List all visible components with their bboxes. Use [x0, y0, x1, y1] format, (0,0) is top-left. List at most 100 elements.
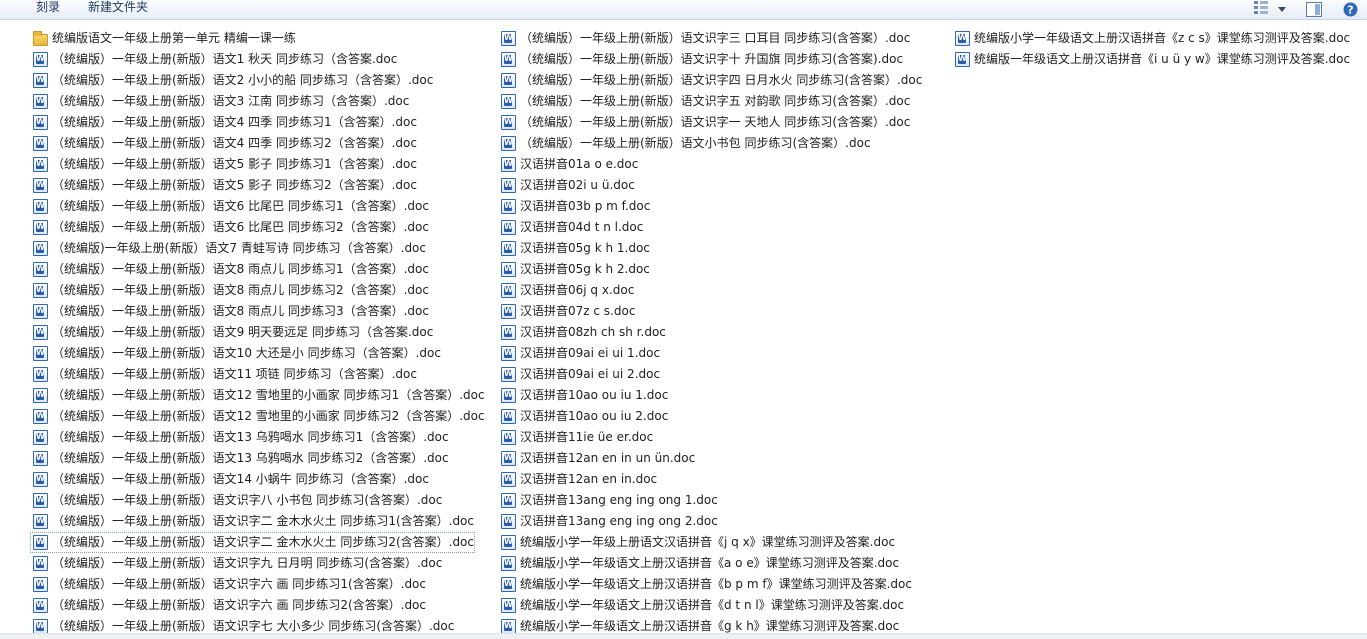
file-item[interactable]: 汉语拼音07z c s.doc: [498, 301, 918, 322]
file-item[interactable]: 汉语拼音01a o e.doc: [498, 154, 918, 175]
file-name: 统编版语文一年级上册第一单元 精编一课一练: [52, 31, 296, 45]
file-item[interactable]: 汉语拼音12an en in un ün.doc: [498, 448, 918, 469]
file-item[interactable]: （统编版）一年级上册(新版）语文识字三 口耳目 同步练习(含答案）.doc: [498, 28, 918, 49]
file-item[interactable]: 汉语拼音06j q x.doc: [498, 280, 918, 301]
file-item[interactable]: （统编版）一年级上册(新版）语文5 影子 同步练习1（含答案）.doc: [30, 154, 475, 175]
file-item[interactable]: （统编版）一年级上册(新版）语文8 雨点儿 同步练习2（含答案）.doc: [30, 280, 475, 301]
file-list-view[interactable]: 统编版语文一年级上册第一单元 精编一课一练 （统编版）一年级上册(新版）语文1 秋…: [0, 20, 1367, 639]
file-name: （统编版）一年级上册(新版）语文识字一 天地人 同步练习(含答案）.doc: [520, 115, 911, 129]
new-folder-button[interactable]: 新建文件夹: [84, 0, 152, 19]
view-options-icon[interactable]: [1253, 0, 1271, 14]
file-item[interactable]: （统编版）一年级上册(新版）语文识字六 画 同步练习1(含答案）.doc: [30, 574, 475, 595]
file-item[interactable]: 统编版小学一年级上册语文汉语拼音《j q x》课堂练习测评及答案.doc: [498, 532, 918, 553]
file-item[interactable]: （统编版）一年级上册(新版）语文1 秋天 同步练习（含答案.doc: [30, 49, 475, 70]
word-document-icon: [501, 346, 516, 361]
file-name: 汉语拼音13ang eng ing ong 1.doc: [520, 493, 718, 507]
word-document-icon: [501, 367, 516, 382]
file-item[interactable]: 汉语拼音10ao ou iu 2.doc: [498, 406, 918, 427]
file-item[interactable]: （统编版）一年级上册(新版）语文6 比尾巴 同步练习2（含答案）.doc: [30, 217, 475, 238]
file-item[interactable]: 汉语拼音02i u ü.doc: [498, 175, 918, 196]
word-document-icon: [33, 178, 48, 193]
file-item[interactable]: （统编版）一年级上册(新版）语文9 明天要远足 同步练习（含答案.doc: [30, 322, 475, 343]
folder-icon: [33, 30, 48, 46]
help-icon[interactable]: ?: [1343, 0, 1361, 19]
file-item[interactable]: （统编版）一年级上册(新版）语文8 雨点儿 同步练习3（含答案）.doc: [30, 301, 475, 322]
file-name: （统编版）一年级上册(新版）语文4 四季 同步练习1（含答案）.doc: [52, 115, 417, 129]
file-item[interactable]: 汉语拼音10ao ou iu 1.doc: [498, 385, 918, 406]
file-item[interactable]: 汉语拼音05g k h 1.doc: [498, 238, 918, 259]
file-name: 汉语拼音13ang eng ing ong 2.doc: [520, 514, 718, 528]
file-item[interactable]: （统编版）一年级上册(新版）语文8 雨点儿 同步练习1（含答案）.doc: [30, 259, 475, 280]
word-document-icon: [501, 430, 516, 445]
file-item[interactable]: （统编版）一年级上册(新版）语文10 大还是小 同步练习（含答案）.doc: [30, 343, 475, 364]
file-item[interactable]: （统编版）一年级上册(新版）语文4 四季 同步练习1（含答案）.doc: [30, 112, 475, 133]
file-item[interactable]: （统编版）一年级上册(新版）语文6 比尾巴 同步练习1（含答案）.doc: [30, 196, 475, 217]
file-item[interactable]: （统编版）一年级上册(新版）语文4 四季 同步练习2（含答案）.doc: [30, 133, 475, 154]
file-column-1: 统编版语文一年级上册第一单元 精编一课一练 （统编版）一年级上册(新版）语文1 秋…: [30, 28, 485, 637]
file-name: （统编版）一年级上册(新版）语文14 小蜗牛 同步练习（含答案）.doc: [52, 472, 429, 486]
word-document-icon: [501, 577, 516, 592]
file-item[interactable]: 汉语拼音09ai ei ui 1.doc: [498, 343, 918, 364]
file-item[interactable]: （统编版）一年级上册(新版）语文3 江南 同步练习（含答案）.doc: [30, 91, 475, 112]
file-item[interactable]: （统编版）一年级上册(新版）语文13 乌鸦喝水 同步练习1（含答案）.doc: [30, 427, 475, 448]
file-item[interactable]: 统编版小学一年级语文上册汉语拼音《b p m f》课堂练习测评及答案.doc: [498, 574, 918, 595]
word-document-icon: [33, 115, 48, 130]
file-name: 汉语拼音02i u ü.doc: [520, 178, 635, 192]
file-item[interactable]: （统编版）一年级上册(新版）语文小书包 同步练习(含答案）.doc: [498, 133, 918, 154]
file-item[interactable]: 统编版一年级语文上册汉语拼音《i u ü y w》课堂练习测评及答案.doc: [952, 49, 1367, 70]
word-document-icon: [501, 535, 516, 550]
file-item[interactable]: 汉语拼音04d t n l.doc: [498, 217, 918, 238]
file-item[interactable]: 汉语拼音09ai ei ui 2.doc: [498, 364, 918, 385]
file-item[interactable]: （统编版）一年级上册(新版）语文识字四 日月水火 同步练习(含答案）.doc: [498, 70, 922, 91]
burn-button[interactable]: 刻录: [32, 0, 64, 19]
preview-pane-icon[interactable]: [1306, 0, 1328, 19]
file-item[interactable]: 统编版小学一年级语文上册汉语拼音《z c s》课堂练习测评及答案.doc: [952, 28, 1367, 49]
horizontal-scrollbar[interactable]: [0, 633, 1367, 639]
file-item[interactable]: （统编版）一年级上册(新版）语文识字八 小书包 同步练习(含答案）.doc: [30, 490, 475, 511]
file-name: （统编版）一年级上册(新版）语文识字四 日月水火 同步练习(含答案）.doc: [520, 73, 923, 87]
file-item[interactable]: （统编版）一年级上册(新版）语文14 小蜗牛 同步练习（含答案）.doc: [30, 469, 475, 490]
file-item[interactable]: 统编版小学一年级语文上册汉语拼音《d t n l》课堂练习测评及答案.doc: [498, 595, 918, 616]
file-name: （统编版）一年级上册(新版）语文5 影子 同步练习2（含答案）.doc: [52, 178, 417, 192]
word-document-icon: [501, 388, 516, 403]
file-name: 汉语拼音05g k h 1.doc: [520, 241, 650, 255]
file-item[interactable]: 汉语拼音03b p m f.doc: [498, 196, 918, 217]
file-item[interactable]: 汉语拼音13ang eng ing ong 1.doc: [498, 490, 918, 511]
file-name: （统编版）一年级上册(新版）语文11 项链 同步练习（含答案）.doc: [52, 367, 417, 381]
file-item[interactable]: （统编版）一年级上册(新版）语文识字二 金木水火土 同步练习1(含答案）.doc: [30, 511, 475, 532]
folder-item[interactable]: 统编版语文一年级上册第一单元 精编一课一练: [30, 28, 475, 49]
word-document-icon: [33, 556, 48, 571]
file-item[interactable]: （统编版）一年级上册(新版）语文识字九 日月明 同步练习(含答案）.doc: [30, 553, 475, 574]
word-document-icon: [501, 409, 516, 424]
file-item[interactable]: 汉语拼音05g k h 2.doc: [498, 259, 918, 280]
word-document-icon: [955, 52, 970, 67]
word-document-icon: [33, 430, 48, 445]
file-item[interactable]: （统编版）一年级上册(新版）语文识字十 升国旗 同步练习(含答案).doc: [498, 49, 918, 70]
file-item[interactable]: （统编版）一年级上册(新版）语文识字二 金木水火土 同步练习2(含答案）.doc: [30, 532, 475, 553]
file-item[interactable]: （统编版）一年级上册(新版）语文5 影子 同步练习2（含答案）.doc: [30, 175, 475, 196]
file-item[interactable]: 汉语拼音13ang eng ing ong 2.doc: [498, 511, 918, 532]
file-name: 汉语拼音05g k h 2.doc: [520, 262, 650, 276]
file-column-3: 统编版小学一年级语文上册汉语拼音《z c s》课堂练习测评及答案.doc 统编版一…: [952, 28, 1367, 70]
file-name: （统编版）一年级上册(新版）语文识字八 小书包 同步练习(含答案）.doc: [52, 493, 443, 507]
file-item[interactable]: 汉语拼音08zh ch sh r.doc: [498, 322, 918, 343]
view-dropdown-arrow-icon[interactable]: [1278, 0, 1290, 19]
word-document-icon: [501, 493, 516, 508]
file-item[interactable]: 汉语拼音11ie üe er.doc: [498, 427, 918, 448]
file-item[interactable]: （统编版）一年级上册(新版）语文11 项链 同步练习（含答案）.doc: [30, 364, 475, 385]
file-item[interactable]: 汉语拼音12an en in.doc: [498, 469, 918, 490]
file-item[interactable]: （统编版）一年级上册(新版）语文12 雪地里的小画家 同步练习2（含答案）.do…: [30, 406, 485, 427]
file-name: （统编版）一年级上册(新版）语文9 明天要远足 同步练习（含答案.doc: [52, 325, 434, 339]
file-item[interactable]: （统编版）一年级上册(新版）语文13 乌鸦喝水 同步练习2（含答案）.doc: [30, 448, 475, 469]
file-item[interactable]: （统编版）一年级上册(新版）语文12 雪地里的小画家 同步练习1（含答案）.do…: [30, 385, 485, 406]
file-item[interactable]: （统编版）一年级上册(新版）语文识字六 画 同步练习2(含答案）.doc: [30, 595, 475, 616]
file-item[interactable]: （统编版）一年级上册(新版）语文2 小小的船 同步练习（含答案）.doc: [30, 70, 475, 91]
file-name: （统编版）一年级上册(新版）语文12 雪地里的小画家 同步练习1（含答案）.do…: [52, 388, 485, 402]
file-name: （统编版）一年级上册(新版）语文3 江南 同步练习（含答案）.doc: [52, 94, 410, 108]
word-document-icon: [501, 115, 516, 130]
file-item[interactable]: （统编版）一年级上册(新版）语文识字五 对韵歌 同步练习(含答案）.doc: [498, 91, 918, 112]
file-item[interactable]: （统编版)一年级上册(新版）语文7 青蛙写诗 同步练习（含答案）.doc: [30, 238, 475, 259]
file-column-2: （统编版）一年级上册(新版）语文识字三 口耳目 同步练习(含答案）.doc （统编…: [498, 28, 922, 637]
file-item[interactable]: （统编版）一年级上册(新版）语文识字一 天地人 同步练习(含答案）.doc: [498, 112, 918, 133]
file-item[interactable]: 统编版小学一年级语文上册汉语拼音《a o e》课堂练习测评及答案.doc: [498, 553, 918, 574]
